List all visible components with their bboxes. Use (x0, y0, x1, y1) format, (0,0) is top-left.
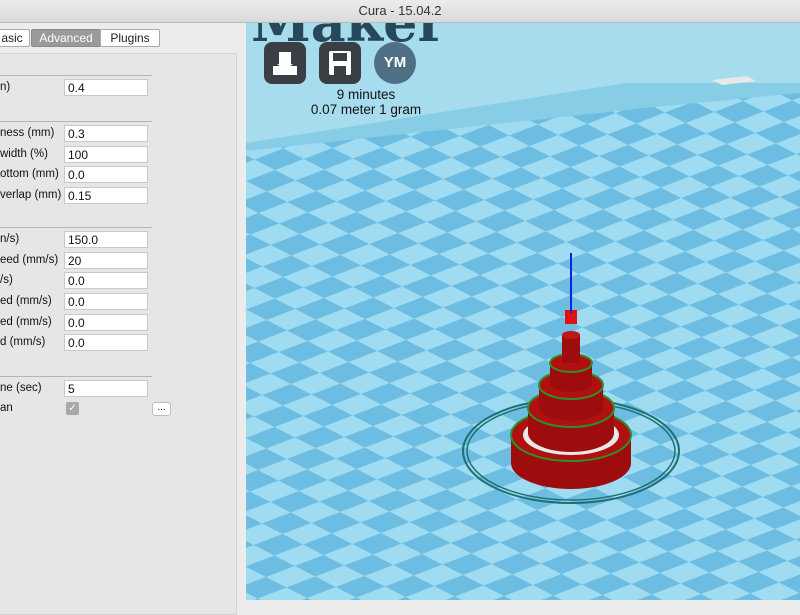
section-divider (0, 376, 152, 377)
splitter-handle[interactable]: ⋮ (242, 307, 250, 316)
inner-shell-speed-field[interactable]: 0.0 (64, 334, 148, 351)
cut-off-bottom-field[interactable]: 0.0 (64, 166, 148, 183)
cooling-fan-more-button[interactable]: ... (152, 402, 171, 416)
cut-off-bottom-label: ottom (mm) (0, 168, 59, 180)
cooling-fan-label: an (0, 402, 13, 414)
save-toolpath-button[interactable] (319, 42, 361, 84)
outer-shell-speed-label: ed (mm/s) (0, 316, 52, 328)
youmagine-button[interactable]: YM (374, 42, 416, 84)
load-model-button[interactable] (264, 42, 306, 84)
section-divider (0, 227, 152, 228)
nozzle-label: n) (0, 81, 11, 93)
bottom-layer-speed-label: eed (mm/s) (0, 254, 59, 266)
settings-box: n) 0.4 ness (mm) 0.3 width (%) 100 ottom… (0, 53, 237, 615)
section-divider (0, 121, 152, 122)
first-layer-width-label: width (%) (0, 148, 48, 160)
first-layer-width-field[interactable]: 100 (64, 146, 148, 163)
floppy-disk-icon (329, 51, 351, 75)
outer-shell-speed-field[interactable]: 0.0 (64, 314, 148, 331)
dual-overlap-label: verlap (mm) (0, 189, 62, 201)
min-layer-time-label: ne (sec) (0, 382, 42, 394)
window-title: Cura - 15.04.2 (0, 0, 800, 23)
tab-basic[interactable]: asic (0, 29, 30, 47)
first-layer-thickness-label: ness (mm) (0, 127, 55, 139)
top-bottom-speed-label: ed (mm/s) (0, 295, 52, 307)
tab-advanced[interactable]: Advanced (31, 29, 101, 47)
section-divider (0, 75, 152, 76)
infill-speed-field[interactable]: 0.0 (64, 272, 148, 289)
infill-speed-label: /s) (0, 274, 13, 286)
3d-viewport[interactable]: Maker (246, 23, 800, 600)
travel-speed-label: n/s) (0, 233, 20, 245)
nozzle-field[interactable]: 0.4 (64, 79, 148, 96)
print-time: 9 minutes (336, 87, 396, 102)
tab-plugins[interactable]: Plugins (100, 29, 160, 47)
bottom-layer-speed-field[interactable]: 20 (64, 252, 148, 269)
first-layer-thickness-field[interactable]: 0.3 (64, 125, 148, 142)
top-bottom-speed-field[interactable]: 0.0 (64, 293, 148, 310)
print-material: 0.07 meter 1 gram (310, 102, 422, 117)
settings-panel: asic Advanced Plugins n) 0.4 ness (mm) 0… (0, 23, 245, 615)
cooling-fan-checkbox[interactable]: ✓ (66, 402, 79, 415)
min-layer-time-field[interactable]: 5 (64, 380, 148, 397)
load-model-icon (273, 52, 297, 75)
travel-speed-field[interactable]: 150.0 (64, 231, 148, 248)
dual-overlap-field[interactable]: 0.15 (64, 187, 148, 204)
inner-shell-speed-label: d (mm/s) (0, 336, 46, 348)
